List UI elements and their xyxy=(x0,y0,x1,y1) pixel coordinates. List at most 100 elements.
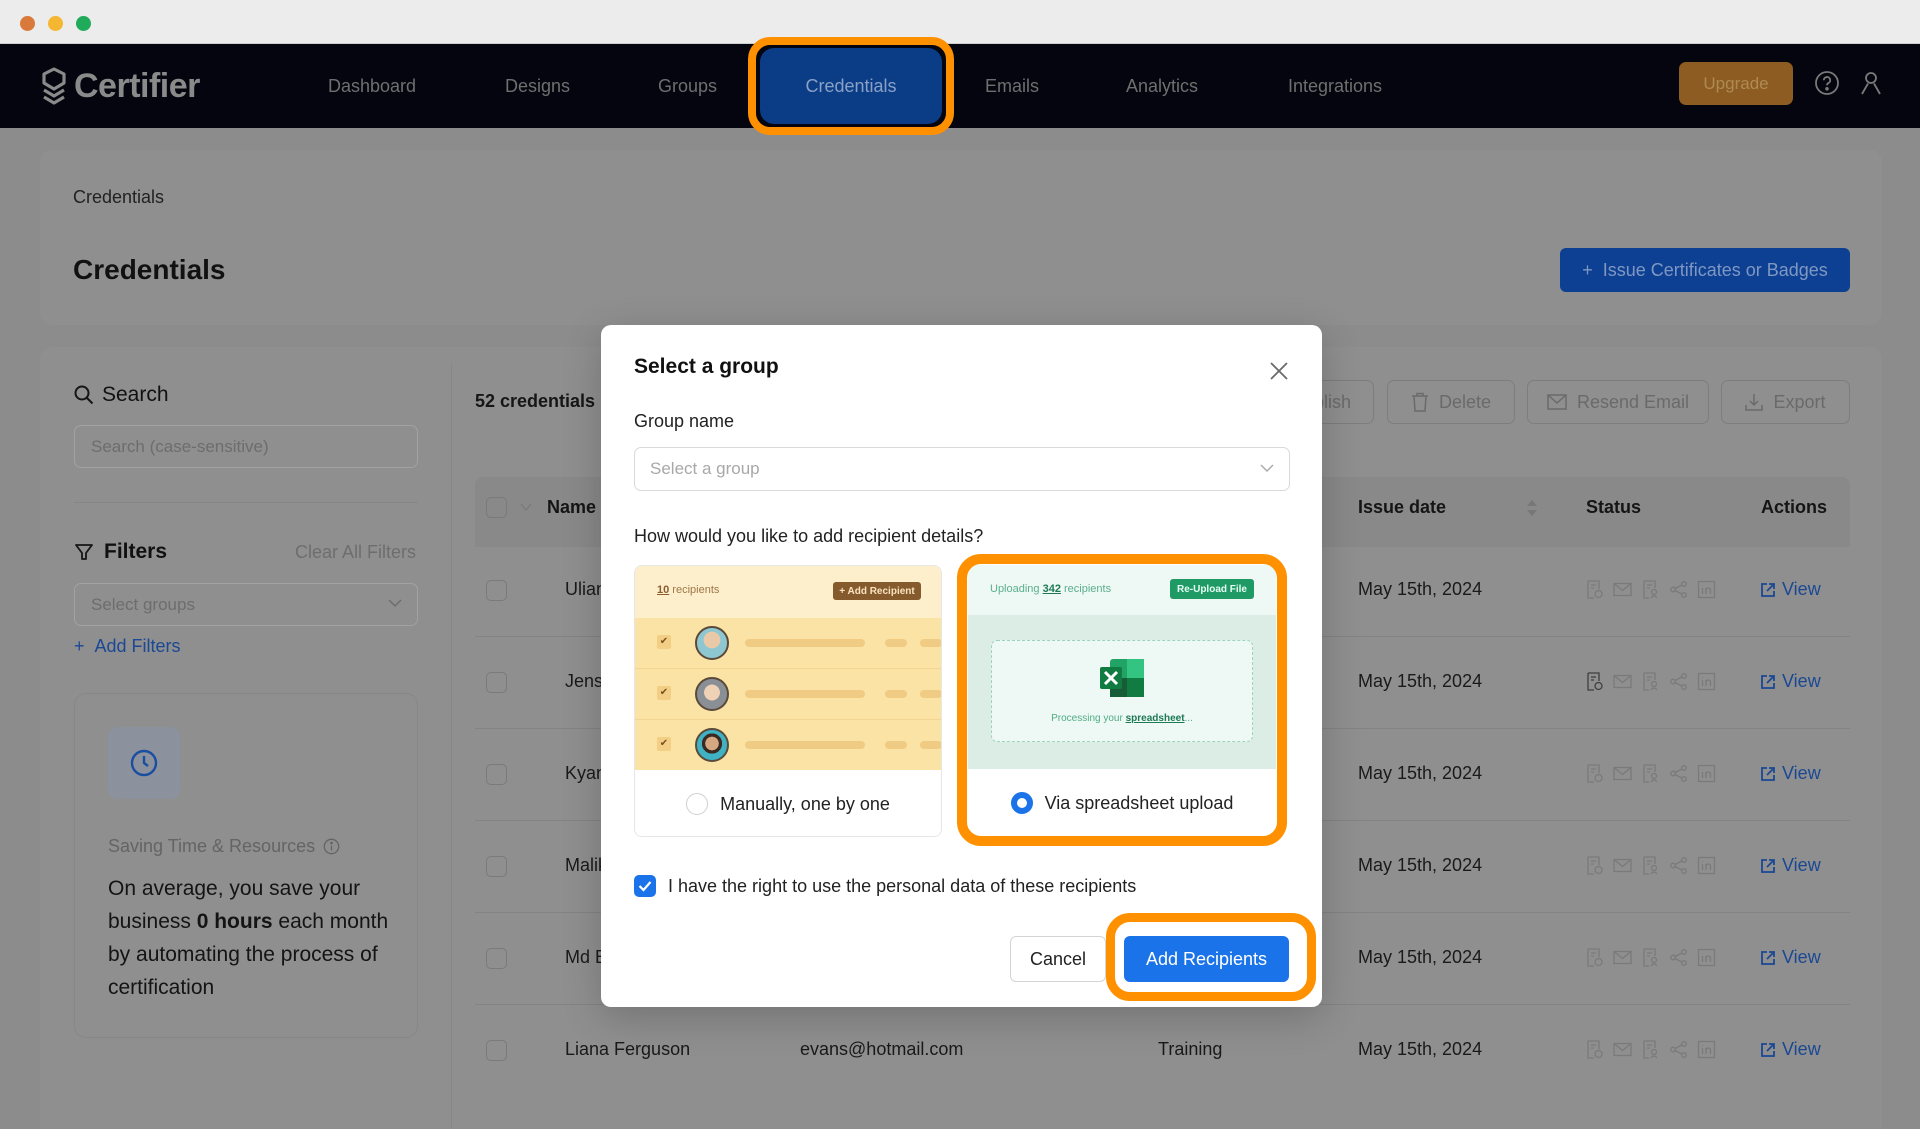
issue-certificates-button[interactable]: + Issue Certificates or Badges xyxy=(1560,248,1850,292)
resend-email-button[interactable]: Resend Email xyxy=(1527,380,1709,424)
nav-integrations[interactable]: Integrations xyxy=(1288,72,1382,100)
avatar xyxy=(695,728,729,762)
checkbox-checked-icon[interactable] xyxy=(634,875,656,897)
row-view-link[interactable]: View xyxy=(1760,579,1821,600)
export-button[interactable]: Export xyxy=(1721,380,1850,424)
row-name[interactable]: Kyan xyxy=(565,763,606,784)
certifier-shield-icon xyxy=(42,67,66,105)
external-link-icon xyxy=(1761,674,1775,689)
row-issue-date: May 15th, 2024 xyxy=(1358,671,1483,691)
placeholder-bar xyxy=(920,741,941,749)
processing-bold: spreadsheet xyxy=(1125,713,1185,724)
option-spreadsheet[interactable]: Uploading 342 recipients Re-Upload File … xyxy=(968,565,1276,837)
row-checkbox[interactable] xyxy=(486,672,507,693)
user-profile-icon[interactable] xyxy=(1858,70,1884,96)
row-view-link[interactable]: View xyxy=(1760,671,1821,692)
manual-radio[interactable] xyxy=(686,793,709,815)
window-maximize-button[interactable] xyxy=(76,16,91,31)
brand-logo[interactable]: Certifier xyxy=(40,64,200,108)
spreadsheet-radio[interactable] xyxy=(1010,792,1033,814)
row-name[interactable]: Liana Ferguson xyxy=(565,1039,690,1060)
column-name[interactable]: Name xyxy=(547,497,596,518)
column-issue-date[interactable]: Issue date xyxy=(1358,497,1446,518)
sidebar-divider xyxy=(451,363,452,1129)
row-view-link[interactable]: View xyxy=(1760,1039,1821,1060)
placeholder-bar xyxy=(745,690,865,698)
select-all-checkbox[interactable] xyxy=(486,497,507,518)
linkedin-icon xyxy=(1697,672,1716,691)
placeholder-bar xyxy=(920,690,941,698)
email-status-icon xyxy=(1613,1040,1632,1059)
row-checkbox[interactable] xyxy=(486,764,507,785)
manual-preview-add-button: + Add Recipient xyxy=(833,582,921,600)
column-status: Status xyxy=(1586,497,1642,517)
consent-checkbox[interactable]: I have the right to use the personal dat… xyxy=(634,875,1136,897)
badge-icon xyxy=(1641,856,1660,875)
manual-option-footer: Manually, one by one xyxy=(635,770,941,836)
clear-all-filters-link[interactable]: Clear All Filters xyxy=(295,542,416,563)
add-filters-link[interactable]: + Add Filters xyxy=(74,636,181,657)
window-close-button[interactable] xyxy=(20,16,35,31)
sheet-preview-body: Processing your spreadsheet... xyxy=(968,615,1276,769)
row-checkbox[interactable] xyxy=(486,1040,507,1061)
email-status-icon xyxy=(1613,672,1632,691)
saving-hours: 0 hours xyxy=(196,910,273,933)
delete-button[interactable]: Delete xyxy=(1387,380,1515,424)
row-status-icons xyxy=(1585,1040,1716,1059)
row-view-label: View xyxy=(1782,1039,1821,1059)
row-view-link[interactable]: View xyxy=(1760,947,1821,968)
excel-icon xyxy=(1100,659,1144,697)
search-input[interactable] xyxy=(74,425,418,468)
row-view-link[interactable]: View xyxy=(1760,855,1821,876)
chevron-down-icon[interactable] xyxy=(520,502,532,512)
check-icon: ✔ xyxy=(657,635,671,649)
window-minimize-button[interactable] xyxy=(48,16,63,31)
add-recipients-button[interactable]: Add Recipients xyxy=(1124,936,1289,982)
share-icon xyxy=(1669,948,1688,967)
select-groups-dropdown[interactable]: Select groups xyxy=(74,583,418,626)
breadcrumb[interactable]: Credentials xyxy=(73,187,164,208)
nav-emails[interactable]: Emails xyxy=(985,72,1039,100)
row-view-label: View xyxy=(1782,671,1821,691)
nav-groups[interactable]: Groups xyxy=(658,72,717,100)
row-checkbox[interactable] xyxy=(486,856,507,877)
row-view-link[interactable]: View xyxy=(1760,763,1821,784)
close-icon[interactable] xyxy=(1267,359,1291,383)
row-checkbox[interactable] xyxy=(486,948,507,969)
placeholder-bar xyxy=(745,639,865,647)
option-manual[interactable]: 10 recipients + Add Recipient ✔ ✔ ✔ Manu… xyxy=(634,565,942,837)
modal-title: Select a group xyxy=(634,355,779,378)
email-status-icon xyxy=(1613,764,1632,783)
share-icon xyxy=(1669,672,1688,691)
window-titlebar xyxy=(0,0,1920,44)
cancel-button[interactable]: Cancel xyxy=(1010,936,1106,982)
placeholder-bar xyxy=(885,741,907,749)
nav-designs[interactable]: Designs xyxy=(505,72,570,100)
group-select-dropdown[interactable]: Select a group xyxy=(634,447,1290,491)
row-issue-date: May 15th, 2024 xyxy=(1358,763,1483,783)
sheet-processing-text: Processing your spreadsheet... xyxy=(992,713,1252,724)
nav-analytics[interactable]: Analytics xyxy=(1126,72,1198,100)
preview-row: ✔ xyxy=(635,669,941,720)
row-status-icons xyxy=(1585,764,1716,783)
sheet-preview-reupload-button: Re-Upload File xyxy=(1170,579,1254,599)
nav-credentials[interactable]: Credentials xyxy=(760,48,942,124)
mail-icon xyxy=(1547,394,1567,410)
nav-dashboard[interactable]: Dashboard xyxy=(328,72,416,100)
filters-label: Filters xyxy=(104,540,168,563)
filter-icon xyxy=(75,544,93,560)
placeholder-bar xyxy=(885,690,907,698)
preview-row: ✔ xyxy=(635,618,941,669)
saving-title-text: Saving Time & Resources xyxy=(108,836,316,856)
manual-preview-header: 10 recipients + Add Recipient xyxy=(635,566,941,618)
row-view-label: View xyxy=(1782,579,1821,599)
sort-icon[interactable] xyxy=(1526,498,1538,518)
add-filters-label: Add Filters xyxy=(94,636,181,656)
help-icon[interactable] xyxy=(1814,70,1840,96)
chevron-down-icon xyxy=(1260,464,1274,472)
row-checkbox[interactable] xyxy=(486,580,507,601)
row-status-icons xyxy=(1585,948,1716,967)
info-icon[interactable] xyxy=(323,838,340,855)
badge-icon xyxy=(1641,764,1660,783)
upgrade-button[interactable]: Upgrade xyxy=(1679,62,1793,105)
